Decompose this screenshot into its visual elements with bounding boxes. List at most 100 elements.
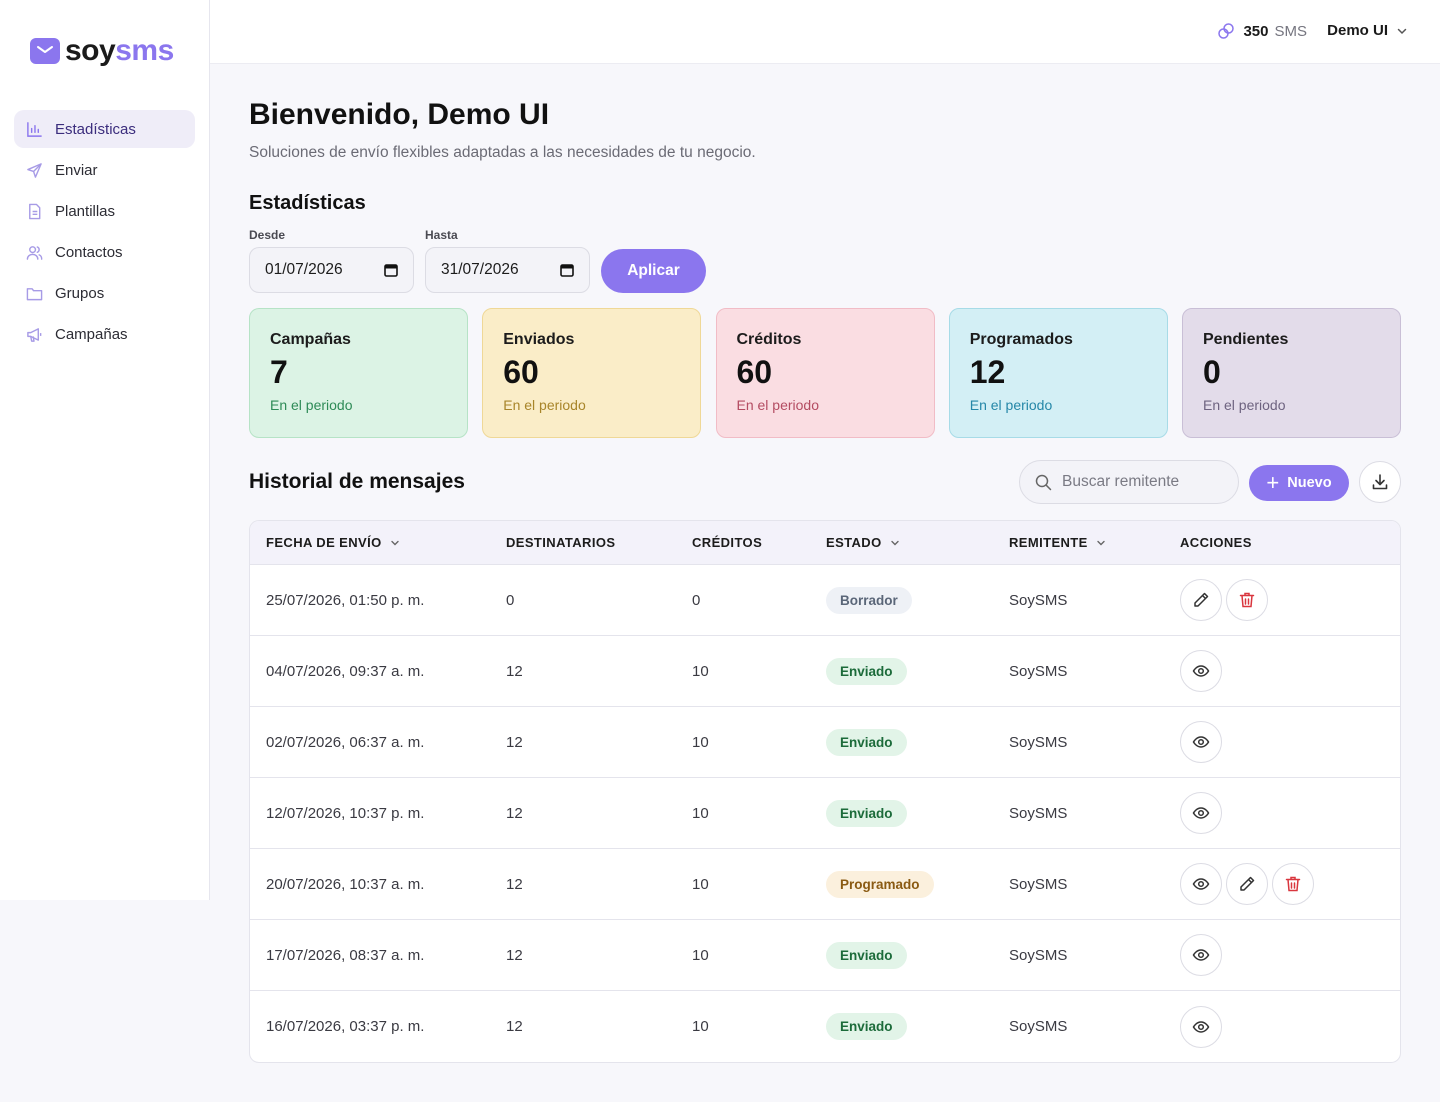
table-row: 12/07/2026, 10:37 p. m. 12 10 Enviado SoySMS bbox=[250, 778, 1400, 849]
users-icon bbox=[26, 245, 43, 260]
view-button[interactable] bbox=[1180, 863, 1222, 905]
view-button[interactable] bbox=[1180, 792, 1222, 834]
cell-status: Enviado bbox=[826, 657, 1009, 685]
to-date-input[interactable]: 31/07/2026 bbox=[425, 247, 590, 293]
chevron-down-icon bbox=[1397, 28, 1407, 34]
stat-card-label: Campañas bbox=[270, 331, 351, 348]
download-button[interactable] bbox=[1359, 461, 1401, 503]
stat-card-value: 60 bbox=[503, 354, 539, 390]
cell-recipients: 12 bbox=[506, 733, 523, 751]
column-header-estado[interactable]: ESTADO bbox=[826, 535, 1009, 550]
cell-actions bbox=[1180, 650, 1400, 692]
document-icon bbox=[29, 203, 41, 219]
from-label: Desde bbox=[249, 228, 286, 242]
view-button[interactable] bbox=[1180, 1005, 1222, 1048]
sidebar-item-plantillas[interactable]: Plantillas bbox=[14, 192, 195, 230]
stat-card-creditos: Créditos 60 En el periodo bbox=[715, 308, 935, 438]
cell-sender: SoySMS bbox=[1009, 1018, 1068, 1035]
download-icon bbox=[1372, 474, 1388, 490]
sidebar-item-label: Plantillas bbox=[55, 202, 116, 220]
cell-credits: 10 bbox=[692, 733, 709, 751]
calendar-icon[interactable] bbox=[560, 263, 574, 277]
sidebar-item-campanas[interactable]: Campañas bbox=[14, 315, 195, 353]
cell-sender: SoySMS bbox=[1009, 591, 1068, 609]
sidebar-item-enviar[interactable]: Enviar bbox=[14, 151, 195, 189]
sidebar-nav: Estadísticas Enviar Plantillas Contactos… bbox=[14, 110, 195, 356]
column-header-remitente[interactable]: REMITENTE bbox=[1009, 535, 1180, 550]
megaphone-icon bbox=[27, 327, 42, 342]
stat-card-value: 7 bbox=[270, 354, 288, 390]
stat-card-sub: En el periodo bbox=[736, 397, 820, 413]
folder-icon bbox=[26, 287, 43, 300]
pencil-icon bbox=[1240, 876, 1255, 891]
view-button[interactable] bbox=[1180, 934, 1222, 976]
cell-actions bbox=[1180, 721, 1400, 763]
delete-button[interactable] bbox=[1272, 863, 1314, 905]
eye-icon bbox=[1192, 878, 1210, 890]
search-input[interactable] bbox=[1062, 473, 1222, 491]
user-menu[interactable]: Demo UI bbox=[1327, 22, 1408, 39]
sidebar-item-estadisticas[interactable]: Estadísticas bbox=[14, 110, 195, 148]
column-label: DESTINATARIOS bbox=[506, 535, 616, 550]
sidebar-item-grupos[interactable]: Grupos bbox=[14, 274, 195, 312]
stat-cards: Campañas 7 En el periodo Enviados 60 En … bbox=[249, 308, 1401, 438]
edit-button[interactable] bbox=[1180, 579, 1222, 621]
from-date-input[interactable]: 01/07/2026 bbox=[249, 247, 414, 293]
envelope-icon bbox=[30, 38, 60, 64]
cell-recipients: 12 bbox=[506, 1018, 523, 1035]
stat-card-value: 60 bbox=[736, 354, 773, 390]
edit-button[interactable] bbox=[1226, 863, 1268, 905]
table-row: 17/07/2026, 08:37 a. m. 12 10 Enviado SoySMS bbox=[250, 920, 1400, 991]
search-icon bbox=[1035, 474, 1052, 490]
brand-logo[interactable]: soysms bbox=[30, 36, 174, 66]
send-icon bbox=[27, 162, 42, 178]
delete-button[interactable] bbox=[1226, 579, 1268, 621]
cell-credits: 10 bbox=[692, 946, 709, 964]
table-row: 02/07/2026, 06:37 a. m. 12 10 Enviado SoySMS bbox=[250, 707, 1400, 778]
stats-title: Estadísticas bbox=[249, 192, 366, 214]
calendar-icon[interactable] bbox=[384, 263, 398, 277]
page-title: Bienvenido, Demo UI bbox=[249, 98, 550, 131]
cell-date: 25/07/2026, 01:50 p. m. bbox=[266, 591, 425, 609]
column-header-acciones: ACCIONES bbox=[1180, 535, 1400, 550]
cell-actions bbox=[1180, 1005, 1400, 1048]
cell-actions bbox=[1180, 792, 1400, 834]
cell-status: Enviado bbox=[826, 799, 1009, 827]
credits-indicator: 350 SMS bbox=[1217, 22, 1307, 40]
cell-sender: SoySMS bbox=[1009, 946, 1068, 964]
sidebar-item-label: Grupos bbox=[55, 284, 105, 302]
messages-table: FECHA DE ENVÍO DESTINATARIOS CRÉDITOS ES… bbox=[249, 520, 1401, 1063]
plus-icon: + bbox=[1266, 470, 1280, 495]
cell-recipients: 12 bbox=[506, 662, 523, 680]
status-badge: Enviado bbox=[826, 657, 907, 685]
cell-recipients: 12 bbox=[506, 804, 523, 822]
new-button[interactable]: + Nuevo bbox=[1249, 465, 1349, 501]
bar-chart-icon bbox=[27, 121, 42, 137]
from-field: Desde 01/07/2026 bbox=[249, 228, 414, 293]
cell-status: Programado bbox=[826, 870, 1009, 898]
cell-sender: SoySMS bbox=[1009, 804, 1068, 822]
cell-credits: 10 bbox=[692, 1018, 709, 1035]
column-header-fecha[interactable]: FECHA DE ENVÍO bbox=[250, 535, 506, 550]
sidebar-item-contactos[interactable]: Contactos bbox=[14, 233, 195, 271]
date-filters: Desde 01/07/2026 Hasta 31/07/2026 Aplica… bbox=[249, 228, 706, 293]
table-row: 25/07/2026, 01:50 p. m. 0 0 Borrador SoySMS bbox=[250, 565, 1400, 636]
table-row: 20/07/2026, 10:37 a. m. 12 10 Programado Soy… bbox=[250, 849, 1400, 920]
view-button[interactable] bbox=[1180, 650, 1222, 692]
column-header-creditos: CRÉDITOS bbox=[692, 535, 826, 550]
stat-card-sub: En el periodo bbox=[969, 397, 1053, 413]
cell-credits: 10 bbox=[692, 804, 709, 822]
stat-card-value: 12 bbox=[969, 354, 1006, 390]
apply-button[interactable]: Aplicar bbox=[601, 249, 706, 293]
cell-actions bbox=[1180, 579, 1400, 621]
cell-status: Enviado bbox=[826, 728, 1009, 756]
cell-credits: 0 bbox=[692, 591, 701, 609]
view-button[interactable] bbox=[1180, 721, 1222, 763]
column-header-destinatarios: DESTINATARIOS bbox=[506, 535, 692, 550]
search-box[interactable] bbox=[1019, 460, 1239, 504]
stat-card-campanas: Campañas 7 En el periodo bbox=[249, 308, 468, 438]
eye-icon bbox=[1192, 665, 1210, 677]
column-label: FECHA DE ENVÍO bbox=[266, 535, 382, 550]
eye-icon bbox=[1192, 1020, 1210, 1033]
cell-actions bbox=[1180, 934, 1400, 976]
